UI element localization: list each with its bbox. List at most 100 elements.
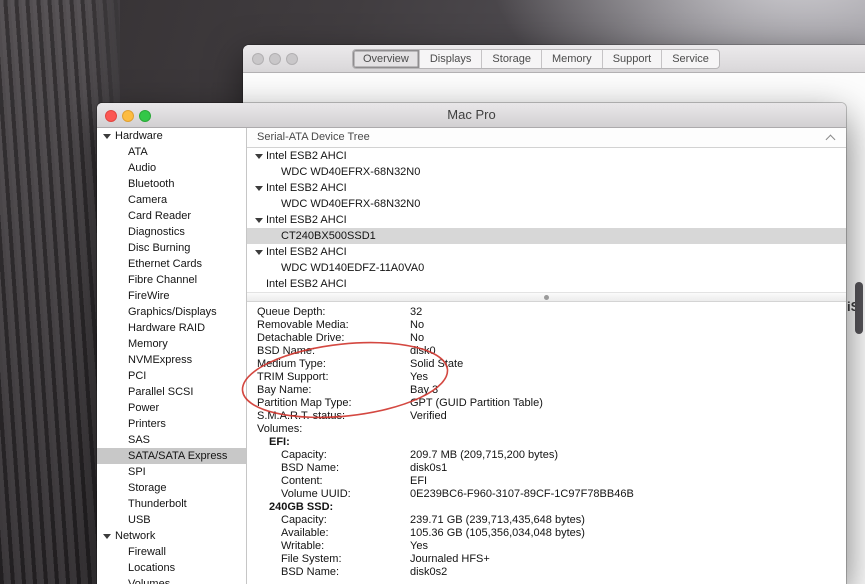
tab-displays[interactable]: Displays (420, 50, 483, 68)
sidebar-item-thunderbolt[interactable]: Thunderbolt (97, 496, 246, 512)
tree-row-intel-esb2-ahci[interactable]: Intel ESB2 AHCI (247, 180, 846, 196)
detail-value: No (410, 332, 425, 344)
detail-value: No (410, 319, 425, 331)
tree-row-wdc-wd40efrx-68n32n0[interactable]: WDC WD40EFRX-68N32N0 (247, 196, 846, 212)
tab-support[interactable]: Support (603, 50, 663, 68)
sidebar-item-label: Card Reader (128, 210, 191, 222)
sidebar-item-diagnostics[interactable]: Diagnostics (97, 224, 246, 240)
device-tree-list[interactable]: Intel ESB2 AHCI WDC WD40EFRX-68N32N0 Intel… (247, 148, 846, 292)
sidebar-section-network[interactable]: Network (97, 528, 246, 544)
sidebar-item-spi[interactable]: SPI (97, 464, 246, 480)
sidebar-item-firewire[interactable]: FireWire (97, 288, 246, 304)
sidebar-item-bluetooth[interactable]: Bluetooth (97, 176, 246, 192)
sidebar-item-label: SPI (128, 466, 146, 478)
sidebar-item-nvmexpress[interactable]: NVMExpress (97, 352, 246, 368)
sidebar-item-label: Volumes (128, 578, 171, 584)
sidebar-item-usb[interactable]: USB (97, 512, 246, 528)
disclosure-triangle-icon[interactable] (255, 249, 263, 255)
close-button[interactable] (252, 53, 264, 65)
sidebar-item-printers[interactable]: Printers (97, 416, 246, 432)
detail-value: Journaled HFS+ (410, 553, 490, 565)
window-body: Hardware ATA Audio Bluetooth Camera Card Read… (97, 128, 846, 584)
zoom-button[interactable] (286, 53, 298, 65)
detail-value: Verified (410, 410, 447, 422)
detail-value: Bay 3 (410, 384, 439, 396)
tab-memory[interactable]: Memory (542, 50, 603, 68)
sidebar-item-ata[interactable]: ATA (97, 144, 246, 160)
scrollbar-thumb[interactable] (855, 282, 863, 334)
minimize-button[interactable] (269, 53, 281, 65)
window-controls (252, 53, 298, 65)
sidebar-item-sata-sata-express[interactable]: SATA/SATA Express (97, 448, 246, 464)
sidebar-item-disc-burning[interactable]: Disc Burning (97, 240, 246, 256)
detail-label: 240GB SSD: (269, 501, 334, 513)
content-pane: Serial-ATA Device Tree Intel ESB2 AHCI WD… (247, 128, 846, 584)
sidebar-item-audio[interactable]: Audio (97, 160, 246, 176)
sidebar-item-label: Power (128, 402, 160, 414)
device-tree-header: Serial-ATA Device Tree (247, 128, 846, 148)
tree-row-label: Intel ESB2 AHCI (266, 214, 347, 226)
sidebar-item-pci[interactable]: PCI (97, 368, 246, 384)
device-tree-title: Serial-ATA Device Tree (257, 131, 370, 143)
sidebar-item-storage[interactable]: Storage (97, 480, 246, 496)
sidebar-item-locations[interactable]: Locations (97, 560, 246, 576)
sidebar-item-label: Audio (128, 162, 157, 174)
detail-label: Medium Type: (257, 358, 326, 370)
tree-row-intel-esb2-ahci[interactable]: Intel ESB2 AHCI (247, 244, 846, 260)
disclosure-triangle-icon[interactable] (255, 217, 263, 223)
tree-row-label: WDC WD40EFRX-68N32N0 (281, 166, 421, 178)
window-title: Mac Pro (447, 107, 496, 122)
tree-row-label: WDC WD140EDFZ-11A0VA0 (281, 262, 425, 274)
close-button[interactable] (105, 110, 117, 122)
details-pane[interactable]: Queue Depth: 32 Removable Media: No Detachab… (247, 302, 846, 579)
tab-overview[interactable]: Overview (353, 50, 420, 68)
sidebar-item-volumes[interactable]: Volumes (97, 576, 246, 584)
zoom-button[interactable] (139, 110, 151, 122)
sidebar-item-camera[interactable]: Camera (97, 192, 246, 208)
collapse-chevron-icon[interactable] (825, 134, 836, 145)
sidebar-item-graphics-displays[interactable]: Graphics/Displays (97, 304, 246, 320)
detail-row-queue-depth: Queue Depth: 32 (247, 306, 846, 319)
disclosure-triangle-icon[interactable] (103, 133, 111, 139)
disclosure-triangle-icon[interactable] (255, 153, 263, 159)
tree-row-wdc-wd40efrx-68n32n0[interactable]: WDC WD40EFRX-68N32N0 (247, 164, 846, 180)
detail-row-efi: EFI: (247, 436, 846, 449)
pane-splitter[interactable] (247, 292, 846, 302)
tree-row-intel-esb2-ahci[interactable]: Intel ESB2 AHCI (247, 148, 846, 164)
tab-storage[interactable]: Storage (482, 50, 542, 68)
sidebar-item-label: Locations (128, 562, 176, 574)
sidebar-section-hardware[interactable]: Hardware (97, 128, 246, 144)
tree-row-label: WDC WD40EFRX-68N32N0 (281, 198, 421, 210)
sidebar-item-label: Storage (128, 482, 167, 494)
detail-row-bsd-name: BSD Name: disk0s1 (247, 462, 846, 475)
tab-service[interactable]: Service (662, 50, 719, 68)
tree-row-intel-esb2-ahci[interactable]: Intel ESB2 AHCI (247, 212, 846, 228)
detail-value: 105.36 GB (105,356,034,048 bytes) (410, 527, 585, 539)
minimize-button[interactable] (122, 110, 134, 122)
sidebar-item-memory[interactable]: Memory (97, 336, 246, 352)
detail-value: Yes (410, 371, 428, 383)
sidebar-item-power[interactable]: Power (97, 400, 246, 416)
disclosure-triangle-icon[interactable] (255, 185, 263, 191)
sidebar-section-label: Network (115, 530, 156, 542)
detail-row-capacity: Capacity: 209.7 MB (209,715,200 bytes) (247, 449, 846, 462)
detail-label: Queue Depth: (257, 306, 326, 318)
sidebar-item-parallel-scsi[interactable]: Parallel SCSI (97, 384, 246, 400)
sidebar-item-fibre-channel[interactable]: Fibre Channel (97, 272, 246, 288)
tree-row-intel-esb2-ahci[interactable]: Intel ESB2 AHCI (247, 276, 846, 292)
tree-row-ct240bx500ssd1[interactable]: CT240BX500SSD1 (247, 228, 846, 244)
disclosure-triangle-icon[interactable] (103, 533, 111, 539)
sidebar-list[interactable]: Hardware ATA Audio Bluetooth Camera Card Read… (97, 128, 247, 584)
sidebar-item-hardware-raid[interactable]: Hardware RAID (97, 320, 246, 336)
sidebar-item-sas[interactable]: SAS (97, 432, 246, 448)
sidebar-item-card-reader[interactable]: Card Reader (97, 208, 246, 224)
sidebar-item-ethernet-cards[interactable]: Ethernet Cards (97, 256, 246, 272)
titlebar[interactable]: Mac Pro (97, 103, 846, 128)
sidebar-item-label: FireWire (128, 290, 170, 302)
detail-row-bsd-name: BSD Name: disk0 (247, 345, 846, 358)
tree-row-wdc-wd140edfz-11a0va0[interactable]: WDC WD140EDFZ-11A0VA0 (247, 260, 846, 276)
tree-row-label: Intel ESB2 AHCI (266, 246, 347, 258)
sidebar-item-firewall[interactable]: Firewall (97, 544, 246, 560)
tree-row-label: Intel ESB2 AHCI (266, 278, 347, 290)
about-titlebar[interactable]: Overview Displays Storage Memory Support Serv… (243, 45, 865, 73)
